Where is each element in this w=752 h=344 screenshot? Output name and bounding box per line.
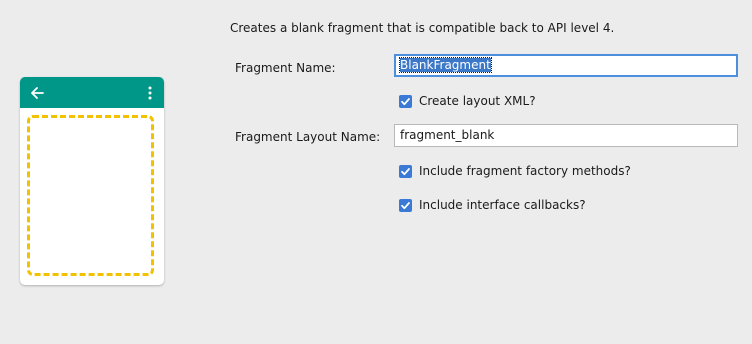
fragment-name-value: BlankFragment — [399, 57, 492, 73]
arrow-left-icon — [31, 87, 44, 99]
checkbox-checked-icon — [399, 94, 412, 108]
factory-methods-checkbox[interactable]: Include fragment factory methods? — [399, 164, 631, 178]
fragment-name-label: Fragment Name: — [235, 61, 336, 75]
layout-name-label: Fragment Layout Name: — [235, 130, 381, 144]
interface-callbacks-label: Include interface callbacks? — [419, 198, 586, 212]
layout-name-value: fragment_blank — [400, 128, 495, 142]
layout-name-input[interactable]: fragment_blank — [394, 124, 738, 147]
fragment-placeholder — [27, 115, 154, 276]
interface-callbacks-checkbox[interactable]: Include interface callbacks? — [399, 198, 586, 212]
create-layout-checkbox[interactable]: Create layout XML? — [399, 94, 536, 108]
checkbox-checked-icon — [399, 198, 412, 212]
checkbox-checked-icon — [399, 164, 412, 178]
template-description: Creates a blank fragment that is compati… — [230, 21, 615, 35]
create-layout-label: Create layout XML? — [419, 94, 536, 108]
preview-app-bar — [20, 77, 164, 108]
more-vertical-icon — [148, 86, 152, 100]
fragment-name-input[interactable]: BlankFragment — [394, 54, 738, 77]
factory-methods-label: Include fragment factory methods? — [419, 164, 631, 178]
fragment-preview — [20, 77, 164, 285]
